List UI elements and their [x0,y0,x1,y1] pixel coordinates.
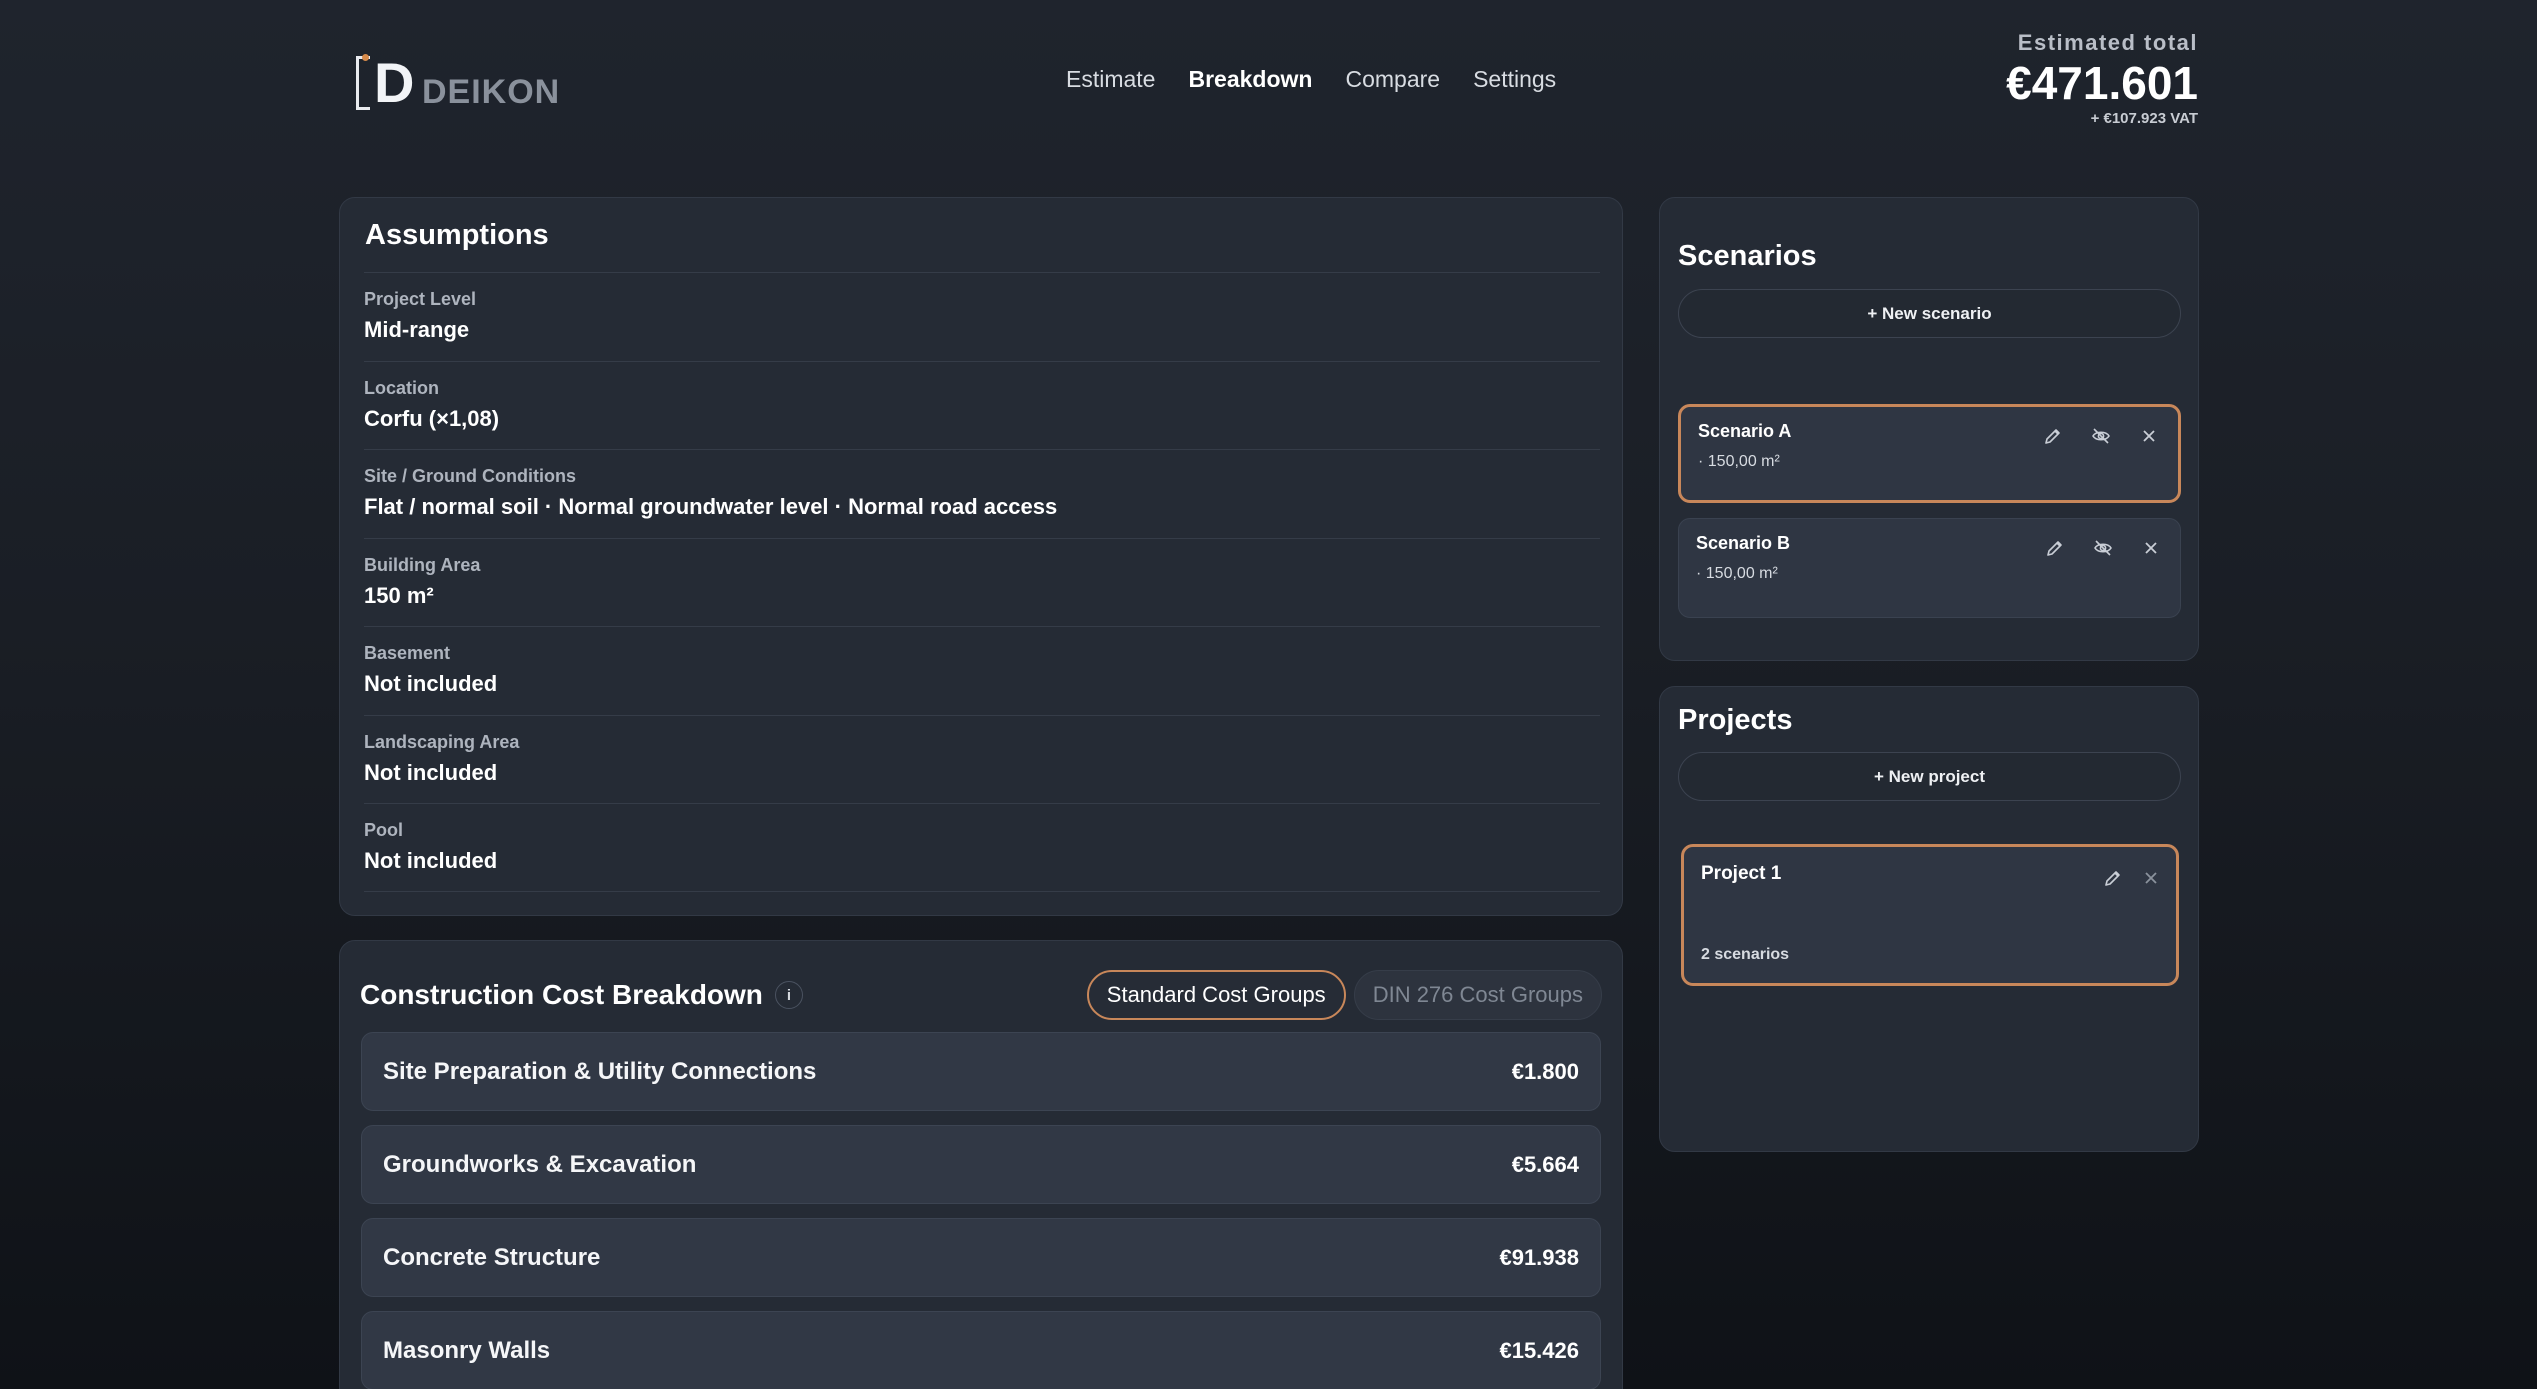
assumption-label: Landscaping Area [364,731,520,752]
assumption-value: Corfu (×1,08) [364,405,500,431]
main-nav: Estimate Breakdown Compare Settings [1066,64,1589,94]
cost-row[interactable]: Groundworks & Excavation €5.664 [361,1125,1601,1204]
din-276-cost-groups-button[interactable]: DIN 276 Cost Groups [1353,970,1602,1020]
total-vat: + €107.923 VAT [2090,110,2198,127]
pencil-icon[interactable] [2102,867,2124,889]
assumption-row: Location Corfu (×1,08) [364,360,1600,450]
assumption-value: Flat / normal soil · Normal groundwater … [364,494,1058,519]
scenario-name: Scenario B [1696,533,1791,553]
scenarios-card: Scenarios + New scenario Scenario A · 15… [1659,197,2199,661]
brand-name: DEIKON [422,73,561,111]
cost-value: €1.800 [1511,1058,1579,1084]
assumption-value: Mid-range [364,317,470,342]
assumption-label: Project Level [364,289,477,309]
assumption-value: Not included [364,759,498,785]
close-icon[interactable] [2140,867,2162,889]
cost-row[interactable]: Site Preparation & Utility Connections €… [361,1032,1601,1111]
scenario-name: Scenario A [1698,421,1792,441]
breakdown-header: Construction Cost Breakdown i Standard C… [360,967,1602,1023]
scenario-area: · 150,00 m² [1698,453,1780,470]
scenario-actions [2042,425,2160,447]
assumption-row: Basement Not included [364,626,1600,715]
nav-settings[interactable]: Settings [1473,64,1556,94]
assumption-row: Landscaping Area Not included [364,714,1600,804]
close-icon[interactable] [2138,425,2160,447]
brand-logo[interactable]: D DEIKON [356,50,560,112]
pencil-icon[interactable] [2044,537,2066,559]
assumption-label: Location [364,377,439,398]
projects-title: Projects [1678,704,1793,736]
estimated-total: Estimated total €471.601 + €107.923 VAT [2006,30,2198,127]
app-root: D DEIKON Estimate Breakdown Compare Sett… [0,0,2537,1389]
nav-compare[interactable]: Compare [1345,64,1440,94]
new-project-button[interactable]: + New project [1678,752,2181,801]
close-icon[interactable] [2140,537,2162,559]
assumption-label: Site / Ground Conditions [364,466,576,486]
assumption-value: Not included [364,848,498,873]
assumption-label: Basement [364,643,451,663]
cost-name: Site Preparation & Utility Connections [383,1057,817,1085]
cost-value: €15.426 [1499,1337,1579,1363]
cost-row[interactable]: Concrete Structure €91.938 [361,1218,1601,1297]
projects-card: Projects + New project Project 1 2 scena… [1659,686,2199,1152]
assumption-label: Pool [364,820,403,840]
assumption-value: Not included [364,671,498,696]
project-actions [2102,867,2162,889]
scenario-area: · 150,00 m² [1696,565,1778,582]
pencil-icon[interactable] [2042,425,2064,447]
cost-name: Masonry Walls [383,1336,551,1364]
assumption-label: Building Area [364,554,481,575]
assumptions-card: Assumptions Project Level Mid-range Loca… [339,197,1623,916]
logo-mark: D [356,54,414,112]
assumption-row: Pool Not included [364,803,1600,892]
breakdown-title: Construction Cost Breakdown [360,979,763,1010]
scenarios-title: Scenarios [1678,240,1817,272]
total-value: €471.601 [2006,57,2198,109]
eye-off-icon[interactable] [2092,537,2114,559]
assumptions-list: Project Level Mid-range Location Corfu (… [364,272,1600,892]
logo-letter: D [374,51,415,114]
assumption-row: Building Area 150 m² [364,537,1600,627]
cost-name: Groundworks & Excavation [383,1150,697,1178]
assumptions-title: Assumptions [365,219,549,251]
project-scenario-count: 2 scenarios [1701,946,1790,963]
scenario-actions [2044,537,2162,559]
cost-list: Site Preparation & Utility Connections €… [361,1032,1601,1389]
assumption-value: 150 m² [364,582,434,608]
cost-group-toggle: Standard Cost Groups DIN 276 Cost Groups [1086,970,1602,1020]
cost-row[interactable]: Masonry Walls €15.426 [361,1311,1601,1389]
project-card[interactable]: Project 1 2 scenarios [1681,844,2179,986]
cost-value: €91.938 [1499,1244,1579,1270]
eye-off-icon[interactable] [2090,425,2112,447]
scenario-card-a[interactable]: Scenario A · 150,00 m² [1678,404,2181,503]
nav-breakdown[interactable]: Breakdown [1188,64,1312,94]
total-label: Estimated total [2017,30,2198,55]
scenario-card-b[interactable]: Scenario B · 150,00 m² [1678,518,2181,618]
cost-value: €5.664 [1511,1151,1579,1177]
assumption-row: Project Level Mid-range [364,272,1600,361]
new-scenario-button[interactable]: + New scenario [1678,289,2181,338]
info-icon[interactable]: i [774,981,803,1009]
project-name: Project 1 [1701,863,1782,884]
cost-name: Concrete Structure [383,1243,601,1271]
nav-estimate[interactable]: Estimate [1066,64,1155,94]
cost-breakdown-card: Construction Cost Breakdown i Standard C… [339,940,1623,1389]
assumption-row: Site / Ground Conditions Flat / normal s… [364,449,1600,538]
standard-cost-groups-button[interactable]: Standard Cost Groups [1086,970,1346,1020]
